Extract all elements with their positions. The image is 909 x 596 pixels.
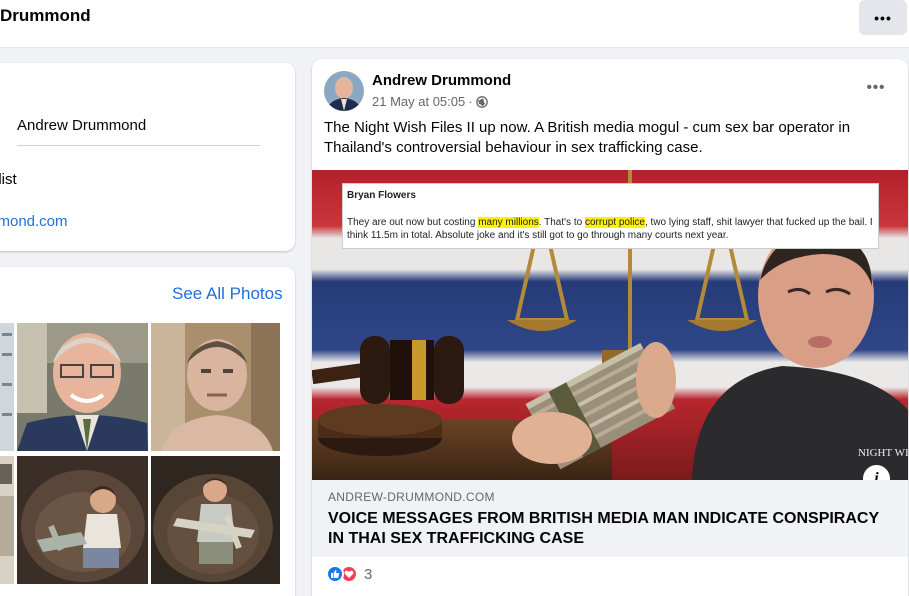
post-timestamp[interactable]: 21 May at 05:05: [372, 94, 465, 109]
link-domain: ANDREW-DRUMMOND.COM: [328, 490, 495, 504]
post-card: Andrew Drummond 21 May at 05:05 · ••• Th…: [312, 59, 908, 596]
photos-card: See All Photos: [0, 267, 295, 596]
shirt-text: NIGHT WISH SOI 6: [858, 447, 908, 459]
post-more-button[interactable]: •••: [864, 79, 888, 97]
page-more-button[interactable]: •••: [859, 0, 907, 35]
page-header: Drummond •••: [0, 0, 909, 48]
reaction-count: 3: [364, 565, 373, 583]
intro-card: Andrew Drummond alist mmond.com: [0, 63, 295, 251]
photo-thumbnail[interactable]: [0, 456, 14, 584]
photo-thumbnail[interactable]: [151, 456, 280, 584]
photo-thumbnail[interactable]: [17, 456, 148, 584]
quote-segment: They are out now but costing: [347, 217, 479, 228]
post-text: The Night Wish Files II up now. A Britis…: [324, 119, 851, 156]
divider: [17, 145, 260, 146]
globe-icon: [475, 95, 488, 108]
quote-text: They are out now but costing many millio…: [347, 216, 874, 242]
quote-highlight: many millions: [478, 217, 539, 228]
link-title: VOICE MESSAGES FROM BRITISH MEDIA MAN IN…: [328, 510, 879, 547]
reactions-summary[interactable]: 3: [326, 565, 372, 583]
post-author[interactable]: Andrew Drummond: [372, 72, 511, 89]
photo-thumbnail[interactable]: [0, 323, 14, 451]
link-caption[interactable]: ANDREW-DRUMMOND.COM VOICE MESSAGES FROM …: [312, 480, 908, 557]
like-icon: [326, 565, 344, 583]
quote-box: Bryan Flowers They are out now but costi…: [342, 183, 879, 249]
quote-highlight: corrupt police: [584, 217, 645, 228]
post-meta: 21 May at 05:05 ·: [372, 94, 488, 109]
photo-thumbnail[interactable]: [17, 323, 148, 451]
intro-job: alist: [0, 171, 17, 188]
photo-thumbnail[interactable]: [151, 323, 280, 451]
page-title: Drummond: [0, 6, 91, 25]
intro-name: Andrew Drummond: [17, 117, 147, 134]
link-preview-image[interactable]: NIGHT WISH SOI 6 Bryan Flowers They are …: [312, 170, 908, 480]
quote-segment: . That's to: [538, 217, 585, 228]
intro-website-link[interactable]: mmond.com: [0, 213, 68, 230]
avatar[interactable]: [324, 71, 364, 111]
see-all-photos-link[interactable]: See All Photos: [172, 284, 283, 304]
quote-author: Bryan Flowers: [347, 190, 416, 201]
